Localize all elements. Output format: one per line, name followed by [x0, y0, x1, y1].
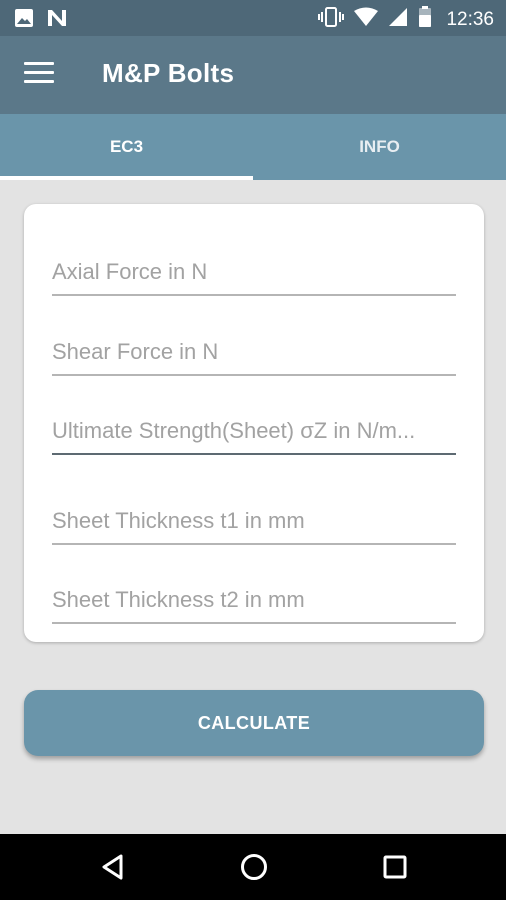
axial-force-input[interactable] — [52, 250, 456, 296]
signal-icon — [388, 7, 408, 32]
navigation-bar — [0, 834, 506, 900]
app-bar: M&P Bolts — [0, 36, 506, 114]
input-card — [24, 204, 484, 642]
status-time: 12:36 — [446, 8, 494, 30]
calculate-button[interactable]: CALCULATE — [24, 690, 484, 756]
battery-icon — [418, 6, 432, 33]
vibrate-icon — [318, 6, 345, 33]
tab-info[interactable]: INFO — [253, 114, 506, 180]
sheet-thickness-t1-input[interactable] — [52, 499, 456, 545]
back-icon[interactable] — [98, 852, 128, 882]
shear-force-input[interactable] — [52, 330, 456, 376]
app-title: M&P Bolts — [102, 58, 235, 88]
home-icon[interactable] — [239, 852, 269, 882]
hamburger-menu-icon[interactable] — [24, 62, 54, 86]
ultimate-strength-input[interactable] — [52, 409, 456, 455]
n-notification-icon — [46, 8, 68, 33]
sheet-thickness-t2-input[interactable] — [52, 578, 456, 624]
image-icon — [14, 8, 34, 33]
tab-bar: EC3 INFO — [0, 114, 506, 180]
recents-icon[interactable] — [380, 852, 410, 882]
wifi-icon — [354, 7, 379, 32]
tab-ec3[interactable]: EC3 — [0, 114, 253, 180]
status-bar: 12:36 — [0, 0, 506, 36]
